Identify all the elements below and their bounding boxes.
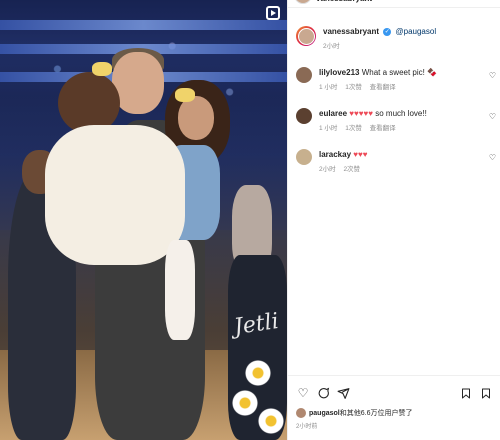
liker-avatar[interactable] xyxy=(296,408,306,418)
heart-icon[interactable]: ♡ xyxy=(296,386,310,400)
caption-mention[interactable]: @paugasol xyxy=(396,27,437,36)
hair-bow xyxy=(175,88,195,102)
collection-icon[interactable] xyxy=(479,386,493,400)
commenter-avatar[interactable] xyxy=(296,108,312,124)
comment-item: lilylove213 What a sweet pic! 🍫 1 小时 1次赞… xyxy=(288,67,500,93)
author-name[interactable]: vanessabryant xyxy=(316,0,372,3)
comment-hearts: ♥♥♥ xyxy=(353,150,368,159)
toddler-legs xyxy=(165,240,195,340)
comment-emoji: 🍫 xyxy=(427,68,438,77)
post-actions: ♡ paugasol和其他6.6万位用户赞了 2小时前 xyxy=(288,375,500,430)
comment-hearts: ♥♥♥♥♥ xyxy=(349,109,374,118)
save-bookmark-icon[interactable] xyxy=(459,386,473,400)
comment-username[interactable]: eularee xyxy=(319,109,347,118)
liked-by-summary: paugasol和其他6.6万位用户赞了 xyxy=(296,408,493,418)
post-details-panel: vanessabryant vanessabryant ✓ @paugasol … xyxy=(287,0,500,440)
comment-like-heart-icon[interactable]: ♡ xyxy=(489,153,496,162)
daisy-print xyxy=(245,360,271,386)
girl-face xyxy=(178,96,214,140)
comment-time: 1 小时 xyxy=(319,84,338,91)
toddler-white-coat xyxy=(45,125,185,265)
comment-time: 1 小时 xyxy=(319,125,338,132)
share-icon[interactable] xyxy=(336,386,350,400)
comment-item: eularee ♥♥♥♥♥ so much love!! 1 小时 1次赞 查看… xyxy=(288,108,500,134)
comment-username[interactable]: lilylove213 xyxy=(319,68,359,77)
post-timestamp: 2小时前 xyxy=(296,424,318,430)
comment-text: What a sweet pic! xyxy=(361,68,425,77)
comment-username[interactable]: larackay xyxy=(319,150,351,159)
comment-likes[interactable]: 1次赞 xyxy=(345,84,362,91)
post-caption: vanessabryant ✓ @paugasol 2小时 xyxy=(288,26,500,52)
author-avatar[interactable] xyxy=(296,26,316,46)
comment-likes[interactable]: 2次赞 xyxy=(343,166,360,173)
liked-by-username[interactable]: paugasol xyxy=(309,410,340,417)
comment-like-heart-icon[interactable]: ♡ xyxy=(489,71,496,80)
reel-icon[interactable] xyxy=(266,6,280,20)
liked-by-text[interactable]: 和其他6.6万位用户赞了 xyxy=(340,410,413,417)
arena-banner xyxy=(0,20,287,30)
comment-icon[interactable] xyxy=(316,386,330,400)
caption-username[interactable]: vanessabryant xyxy=(323,27,379,36)
author-avatar[interactable] xyxy=(294,0,312,4)
hair-bow xyxy=(92,62,112,76)
commenter-avatar[interactable] xyxy=(296,67,312,83)
daisy-print xyxy=(232,390,258,416)
verified-badge-icon: ✓ xyxy=(383,27,392,36)
post-header: vanessabryant xyxy=(288,0,500,8)
see-translation-link[interactable]: 查看翻译 xyxy=(370,125,396,132)
comment-time: 2小时 xyxy=(319,166,336,173)
see-translation-link[interactable]: 查看翻译 xyxy=(370,84,396,91)
daisy-print xyxy=(258,408,284,434)
comment-like-heart-icon[interactable]: ♡ xyxy=(489,112,496,121)
comment-likes[interactable]: 1次赞 xyxy=(345,125,362,132)
comment-text: so much love!! xyxy=(375,109,427,118)
comment-item: larackay ♥♥♥ 2小时 2次赞 ♡ xyxy=(288,149,500,175)
commenter-avatar[interactable] xyxy=(296,149,312,165)
post-photo[interactable]: Jetli xyxy=(0,0,287,440)
caption-time: 2小时 xyxy=(323,43,340,50)
